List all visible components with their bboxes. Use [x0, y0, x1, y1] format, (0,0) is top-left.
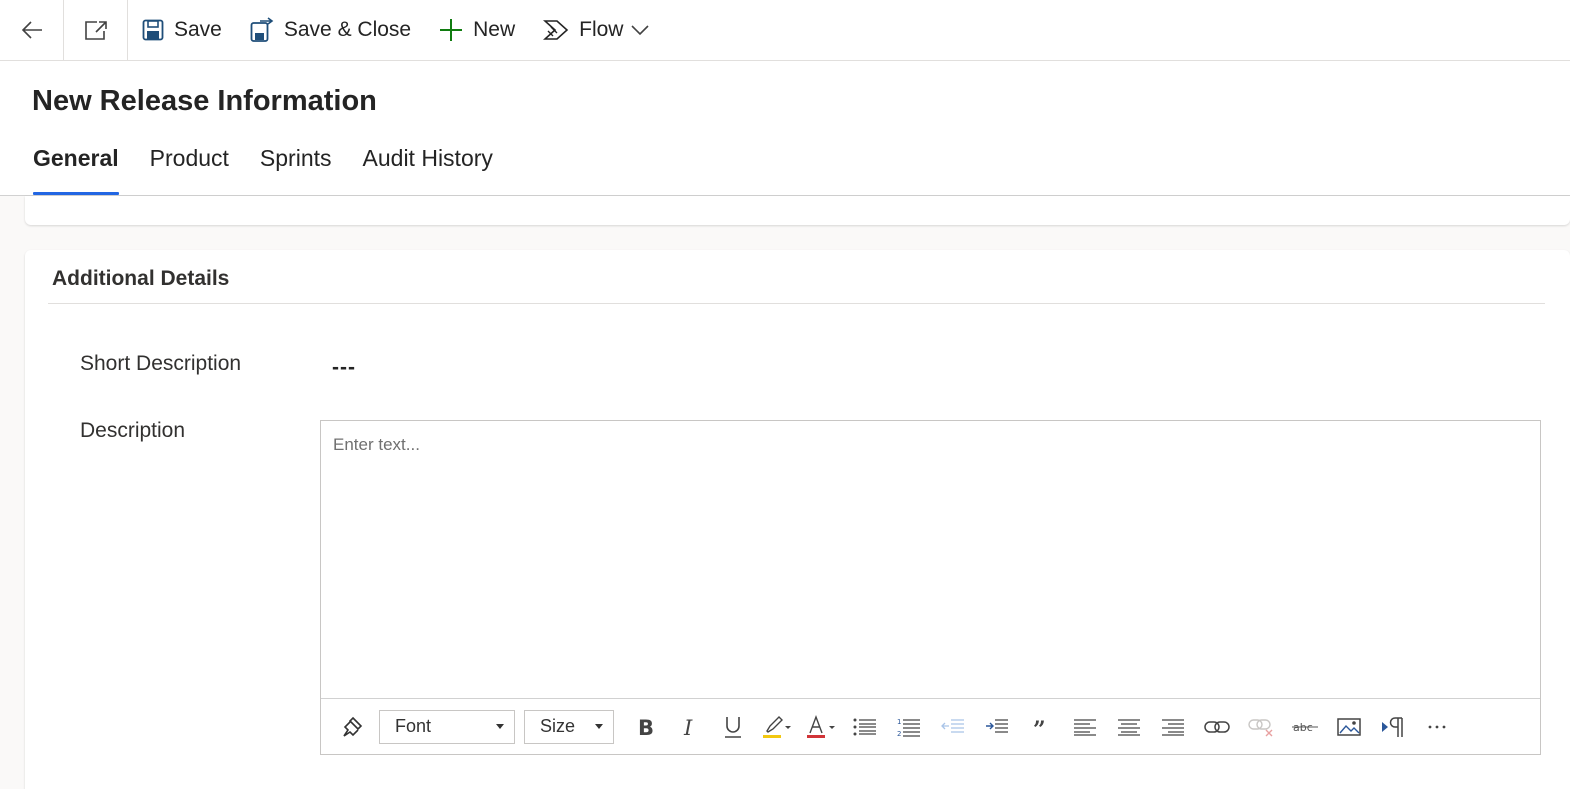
quote-icon: ”: [1033, 719, 1046, 735]
increase-indent-icon: [986, 718, 1008, 733]
svg-text:”: ”: [1033, 719, 1046, 735]
save-and-close-button[interactable]: Save & Close: [236, 0, 425, 60]
bold-icon: B: [638, 716, 654, 738]
back-button[interactable]: [0, 0, 64, 60]
numbered-list-icon: 12: [897, 718, 920, 738]
form-header: New Release Information General Product …: [0, 61, 1570, 196]
caret-down-icon: [595, 724, 603, 729]
section-title: Additional Details: [52, 267, 230, 290]
flow-label: Flow: [579, 18, 624, 41]
insert-link-button[interactable]: [1195, 707, 1239, 747]
align-right-button[interactable]: [1151, 707, 1195, 747]
short-description-value[interactable]: ---: [332, 356, 356, 380]
format-painter-icon: [343, 716, 363, 737]
text-direction-button[interactable]: [1371, 707, 1415, 747]
svg-text:B: B: [638, 716, 654, 738]
paragraph-direction-icon: [1382, 716, 1403, 737]
size-select[interactable]: Size: [524, 709, 614, 744]
decrease-indent-icon: [941, 718, 964, 733]
strikethrough-icon: abc: [1292, 721, 1318, 734]
plus-icon: [440, 19, 463, 41]
tab-product[interactable]: Product: [150, 141, 229, 195]
short-description-label: Short Description: [80, 352, 242, 375]
format-painter-button[interactable]: [337, 707, 367, 747]
open-in-new-window-button[interactable]: [64, 0, 128, 60]
caret-down-icon: [496, 724, 504, 729]
font-select[interactable]: Font: [379, 709, 515, 744]
tab-general[interactable]: General: [33, 141, 119, 195]
underline-button[interactable]: [711, 707, 755, 747]
ellipsis-icon: [1428, 725, 1446, 728]
numbered-list-button[interactable]: 12: [887, 707, 931, 747]
save-and-close-label: Save & Close: [283, 18, 412, 41]
align-left-button[interactable]: [1063, 707, 1107, 747]
save-and-close-icon: [250, 17, 274, 42]
new-button[interactable]: New: [425, 0, 529, 60]
chevron-down-icon: [631, 25, 650, 36]
underline-icon: [725, 716, 741, 738]
font-select-label: Font: [395, 716, 432, 736]
tab-sprints[interactable]: Sprints: [260, 141, 332, 195]
highlight-color-button[interactable]: [755, 707, 799, 747]
decrease-indent-button: [931, 707, 975, 747]
increase-indent-button[interactable]: [975, 707, 1019, 747]
svg-text:I: I: [683, 716, 693, 738]
section-divider: [48, 303, 1545, 304]
svg-text:2: 2: [897, 730, 901, 738]
description-rich-text-editor: Enter text... Font Size B I 1 2 ” abc: [320, 420, 1541, 755]
align-center-button[interactable]: [1107, 707, 1151, 747]
arrow-left-icon: [21, 21, 42, 39]
italic-icon: I: [683, 716, 693, 738]
flow-button[interactable]: Flow: [529, 0, 627, 60]
remove-link-button: [1239, 707, 1283, 747]
highlighter-icon: [763, 715, 791, 738]
bold-button[interactable]: B: [623, 707, 667, 747]
link-icon: [1204, 720, 1230, 733]
flow-icon: [543, 20, 569, 40]
insert-image-button[interactable]: [1327, 707, 1371, 747]
tab-list: General Product Sprints Audit History: [33, 141, 493, 195]
size-select-label: Size: [540, 716, 576, 736]
open-in-new-window-icon: [84, 21, 107, 40]
save-icon: [142, 19, 164, 41]
command-bar: Save Save & Close New Flow: [0, 0, 1570, 61]
align-right-icon: [1162, 718, 1184, 736]
font-color-button[interactable]: [799, 707, 843, 747]
editor-toolbar: Font Size B I 1 2 ” abc: [321, 698, 1540, 754]
strikethrough-button[interactable]: abc: [1283, 707, 1327, 747]
bulleted-list-button[interactable]: [843, 707, 887, 747]
align-center-icon: [1118, 718, 1140, 736]
description-label: Description: [80, 419, 186, 442]
align-left-icon: [1074, 718, 1096, 736]
image-icon: [1337, 717, 1361, 736]
blockquote-button[interactable]: ”: [1019, 707, 1063, 747]
svg-text:1: 1: [897, 718, 901, 726]
unlink-icon: [1248, 718, 1273, 736]
flow-dropdown-button[interactable]: [627, 0, 655, 60]
previous-section-card: [25, 196, 1570, 225]
page-title: New Release Information: [32, 85, 377, 117]
bulleted-list-icon: [853, 718, 876, 735]
save-label: Save: [174, 18, 222, 41]
italic-button[interactable]: I: [667, 707, 711, 747]
more-options-button[interactable]: [1415, 707, 1459, 747]
save-button[interactable]: Save: [128, 0, 236, 60]
tab-audit-history[interactable]: Audit History: [363, 141, 493, 195]
font-color-icon: [807, 714, 835, 738]
description-input[interactable]: Enter text...: [333, 435, 420, 455]
new-label: New: [473, 18, 516, 41]
additional-details-section: Additional Details Short Description ---…: [25, 250, 1570, 789]
